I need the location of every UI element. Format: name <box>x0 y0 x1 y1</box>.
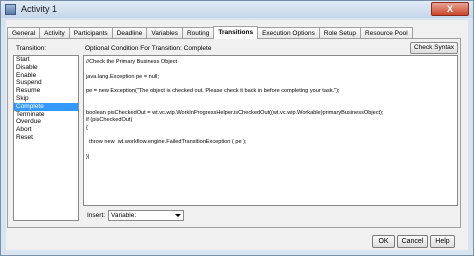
help-button[interactable]: Help <box>430 235 455 248</box>
close-button[interactable]: X <box>431 2 469 16</box>
ok-button[interactable]: OK <box>372 235 395 248</box>
list-item[interactable]: Skip <box>14 95 78 103</box>
code-line: pe = new Exception("The object is checke… <box>86 88 340 95</box>
tab-strip: General Activity Participants Deadline Varia… <box>7 26 413 39</box>
code-line: boolean pisCheckedOut = wt.vc.wip.WorkIn… <box>86 110 384 117</box>
code-line: //Check the Primary Business Object <box>86 59 178 65</box>
window-title: Activity 1 <box>21 4 58 14</box>
list-item[interactable]: Start <box>14 56 78 64</box>
list-item[interactable]: Terminate <box>14 111 78 119</box>
list-item[interactable]: Abort <box>14 126 78 134</box>
list-item[interactable]: Enable <box>14 72 78 80</box>
chevron-down-icon <box>175 214 181 217</box>
list-item[interactable]: Overdue <box>14 118 78 126</box>
code-line: { <box>86 124 88 131</box>
tab-transitions[interactable]: Transitions <box>213 26 259 39</box>
title-bar[interactable]: Activity 1 X <box>1 1 473 18</box>
insert-label: Insert: <box>87 212 106 219</box>
insert-select[interactable]: Variable: <box>108 210 184 221</box>
list-item[interactable]: Reset <box>14 134 78 142</box>
cancel-button[interactable]: Cancel <box>397 235 428 248</box>
code-line: throw new wt.workflow.engine.FailedTrans… <box>86 139 247 146</box>
code-line: java.lang.Exception pe = null; <box>86 73 159 80</box>
list-item[interactable]: Suspend <box>14 79 78 87</box>
condition-code-editor[interactable]: //Check the Primary Business Object java.… <box>83 55 458 206</box>
code-line: }| <box>86 153 90 160</box>
transition-list[interactable]: Start Disable Enable Suspend Resume Skip Compl… <box>13 55 79 221</box>
code-line: if (pisCheckedOut) <box>86 117 133 124</box>
transition-label: Transition: <box>16 45 47 52</box>
list-item[interactable]: Complete <box>14 102 78 111</box>
insert-select-value: Variable: <box>111 212 137 219</box>
list-item[interactable]: Resume <box>14 87 78 95</box>
list-item[interactable]: Disable <box>14 64 78 72</box>
condition-label: Optional Condition For Transition: Compl… <box>85 45 212 52</box>
check-syntax-button[interactable]: Check Syntax <box>410 42 458 54</box>
app-icon <box>5 4 16 15</box>
